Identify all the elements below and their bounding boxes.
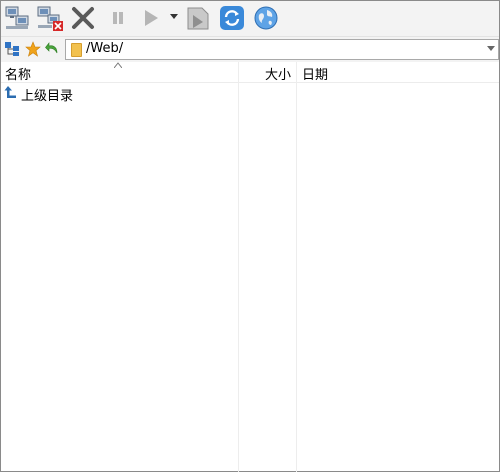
- network-computers-icon: [5, 6, 29, 29]
- refresh-button[interactable]: [217, 3, 247, 33]
- pause-icon: [113, 12, 123, 24]
- start-button[interactable]: [135, 3, 165, 33]
- column-header-size[interactable]: 大小: [261, 64, 291, 83]
- back-arrow-icon[interactable]: [45, 41, 61, 57]
- column-header-name[interactable]: 名称: [5, 64, 31, 83]
- browser-button[interactable]: [251, 3, 281, 33]
- path-input[interactable]: /Web/: [65, 39, 499, 60]
- connect-button[interactable]: [3, 3, 33, 33]
- toolbar: [1, 1, 499, 36]
- ftp-pane: /Web/ 名称 大小 日期 上级目录: [0, 0, 500, 472]
- path-text[interactable]: /Web/: [86, 41, 123, 57]
- up-arrow-icon: [4, 86, 16, 98]
- folder-icon: [71, 43, 82, 57]
- queue-button[interactable]: [183, 3, 213, 33]
- file-list-header: 名称 大小 日期: [1, 62, 499, 83]
- network-computers-disconnect-icon: [37, 6, 63, 31]
- cancel-button[interactable]: [68, 3, 98, 33]
- list-item-label: 上级目录: [21, 89, 74, 104]
- disconnect-button[interactable]: [35, 3, 65, 33]
- close-x-icon: [72, 7, 94, 29]
- address-bar: /Web/: [1, 36, 499, 62]
- globe-icon: [254, 6, 278, 30]
- chevron-down-icon[interactable]: [170, 14, 178, 19]
- tree-view-icon[interactable]: [4, 41, 20, 57]
- path-dropdown-icon[interactable]: [487, 46, 495, 51]
- queue-icon: [187, 7, 209, 30]
- list-item-parent-directory[interactable]: 上级目录: [1, 84, 499, 104]
- favorites-star-icon[interactable]: [25, 41, 41, 57]
- refresh-icon: [220, 6, 244, 30]
- pause-button[interactable]: [103, 3, 133, 33]
- play-icon: [145, 10, 158, 26]
- column-divider[interactable]: [238, 62, 239, 472]
- sort-ascending-icon: [114, 62, 122, 68]
- column-header-date[interactable]: 日期: [302, 64, 328, 83]
- column-divider[interactable]: [296, 62, 297, 472]
